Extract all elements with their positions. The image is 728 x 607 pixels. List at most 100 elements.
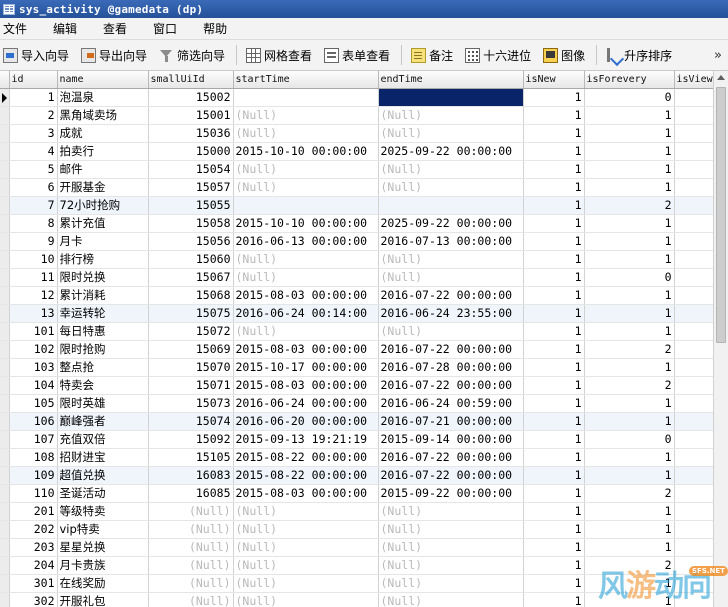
- cell-id[interactable]: 11: [9, 268, 58, 287]
- cell-isForevery[interactable]: 1: [584, 286, 675, 305]
- menu-window[interactable]: 窗口: [150, 18, 189, 40]
- table-row[interactable]: 110 圣诞活动 16085 2015-08-03 00:00:00 2015-09-2…: [0, 484, 713, 503]
- cell-endTime[interactable]: (Null): [378, 178, 524, 197]
- cell-isView[interactable]: [674, 538, 713, 557]
- row-indicator[interactable]: [0, 142, 10, 161]
- import-wizard-button[interactable]: 导入向导: [0, 42, 73, 68]
- cell-id[interactable]: 302: [9, 592, 58, 607]
- cell-startTime[interactable]: 2015-08-03 00:00:00: [233, 484, 379, 503]
- cell-isForevery[interactable]: 1: [584, 538, 675, 557]
- cell-isView[interactable]: [674, 196, 713, 215]
- cell-smallUiId[interactable]: (Null): [148, 520, 234, 539]
- cell-isNew[interactable]: 1: [523, 322, 585, 341]
- sort-ascending-button[interactable]: 升序排序: [603, 42, 676, 68]
- row-indicator[interactable]: [0, 232, 10, 251]
- column-header-smallUiId[interactable]: smallUiId: [148, 71, 234, 89]
- cell-smallUiId[interactable]: (Null): [148, 538, 234, 557]
- cell-isNew[interactable]: 1: [523, 556, 585, 575]
- cell-id[interactable]: 201: [9, 502, 58, 521]
- cell-isForevery[interactable]: 1: [584, 412, 675, 431]
- cell-endTime[interactable]: (Null): [378, 268, 524, 287]
- cell-isForevery[interactable]: 1: [584, 448, 675, 467]
- row-indicator[interactable]: [0, 520, 10, 539]
- table-row[interactable]: 202 vip特卖 (Null) (Null) (Null) 1 1: [0, 520, 713, 539]
- table-row[interactable]: 103 整点抢 15070 2015-10-17 00:00:00 2016-07-28…: [0, 358, 713, 377]
- menu-file[interactable]: 文件: [0, 18, 39, 40]
- cell-endTime[interactable]: (Null): [378, 592, 524, 607]
- cell-isForevery[interactable]: 1: [584, 502, 675, 521]
- cell-name[interactable]: 圣诞活动: [57, 484, 149, 503]
- cell-startTime[interactable]: (Null): [233, 592, 379, 607]
- cell-isForevery[interactable]: 1: [584, 178, 675, 197]
- cell-isForevery[interactable]: 2: [584, 484, 675, 503]
- cell-id[interactable]: 2: [9, 106, 58, 125]
- cell-endTime[interactable]: (Null): [378, 538, 524, 557]
- cell-startTime[interactable]: [233, 196, 379, 215]
- table-row[interactable]: 12 累计消耗 15068 2015-08-03 00:00:00 2016-07-22…: [0, 286, 713, 305]
- cell-isForevery[interactable]: 0: [584, 268, 675, 287]
- cell-id[interactable]: 7: [9, 196, 58, 215]
- cell-isView[interactable]: [674, 466, 713, 485]
- cell-smallUiId[interactable]: 15073: [148, 394, 234, 413]
- cell-isNew[interactable]: 1: [523, 448, 585, 467]
- cell-endTime[interactable]: [378, 196, 524, 215]
- cell-isView[interactable]: [674, 322, 713, 341]
- cell-isForevery[interactable]: 1: [584, 214, 675, 233]
- column-header-startTime[interactable]: startTime: [233, 71, 379, 89]
- cell-id[interactable]: 8: [9, 214, 58, 233]
- cell-endTime[interactable]: (Null): [378, 556, 524, 575]
- table-row[interactable]: 201 等级特卖 (Null) (Null) (Null) 1 1: [0, 502, 713, 521]
- row-indicator[interactable]: [0, 196, 10, 215]
- cell-startTime[interactable]: (Null): [233, 520, 379, 539]
- cell-startTime[interactable]: 2015-08-03 00:00:00: [233, 340, 379, 359]
- cell-isView[interactable]: [674, 358, 713, 377]
- table-row[interactable]: 204 月卡贵族 (Null) (Null) (Null) 1 2: [0, 556, 713, 575]
- cell-isView[interactable]: [674, 268, 713, 287]
- export-wizard-button[interactable]: 导出向导: [78, 42, 151, 68]
- cell-smallUiId[interactable]: (Null): [148, 556, 234, 575]
- cell-name[interactable]: 招财进宝: [57, 448, 149, 467]
- cell-startTime[interactable]: (Null): [233, 106, 379, 125]
- row-indicator[interactable]: [0, 358, 10, 377]
- cell-id[interactable]: 204: [9, 556, 58, 575]
- cell-isForevery[interactable]: 1: [584, 304, 675, 323]
- cell-isView[interactable]: [674, 214, 713, 233]
- cell-isForevery[interactable]: 2: [584, 196, 675, 215]
- cell-isView[interactable]: [674, 484, 713, 503]
- cell-smallUiId[interactable]: 15056: [148, 232, 234, 251]
- table-row[interactable]: 9 月卡 15056 2016-06-13 00:00:00 2016-07-13 00…: [0, 232, 713, 251]
- table-row[interactable]: 2 黑角域卖场 15001 (Null) (Null) 1 1: [0, 106, 713, 125]
- form-view-button[interactable]: 表单查看: [321, 42, 394, 68]
- cell-smallUiId[interactable]: 15058: [148, 214, 234, 233]
- cell-endTime[interactable]: [378, 88, 524, 107]
- cell-startTime[interactable]: (Null): [233, 178, 379, 197]
- cell-endTime[interactable]: 2016-07-13 00:00:00: [378, 232, 524, 251]
- cell-id[interactable]: 107: [9, 430, 58, 449]
- cell-name[interactable]: 成就: [57, 124, 149, 143]
- cell-smallUiId[interactable]: 15072: [148, 322, 234, 341]
- cell-isView[interactable]: [674, 556, 713, 575]
- cell-isNew[interactable]: 1: [523, 340, 585, 359]
- cell-name[interactable]: 拍卖行: [57, 142, 149, 161]
- cell-smallUiId[interactable]: 15075: [148, 304, 234, 323]
- cell-endTime[interactable]: 2016-07-22 00:00:00: [378, 376, 524, 395]
- cell-endTime[interactable]: 2016-07-22 00:00:00: [378, 286, 524, 305]
- cell-startTime[interactable]: 2016-06-24 00:00:00: [233, 394, 379, 413]
- cell-isView[interactable]: [674, 502, 713, 521]
- cell-name[interactable]: 在线奖励: [57, 574, 149, 593]
- cell-name[interactable]: 累计消耗: [57, 286, 149, 305]
- window-titlebar[interactable]: sys_activity @gamedata (dp): [0, 0, 728, 18]
- cell-id[interactable]: 3: [9, 124, 58, 143]
- cell-smallUiId[interactable]: 15069: [148, 340, 234, 359]
- cell-isForevery[interactable]: 1: [584, 232, 675, 251]
- table-row[interactable]: 3 成就 15036 (Null) (Null) 1 1: [0, 124, 713, 143]
- row-indicator[interactable]: [0, 538, 10, 557]
- cell-name[interactable]: 排行榜: [57, 250, 149, 269]
- cell-isView[interactable]: [674, 160, 713, 179]
- cell-name[interactable]: 每日特惠: [57, 322, 149, 341]
- cell-smallUiId[interactable]: 15055: [148, 196, 234, 215]
- cell-isNew[interactable]: 1: [523, 124, 585, 143]
- cell-isNew[interactable]: 1: [523, 358, 585, 377]
- cell-name[interactable]: 月卡贵族: [57, 556, 149, 575]
- cell-isForevery[interactable]: 1: [584, 124, 675, 143]
